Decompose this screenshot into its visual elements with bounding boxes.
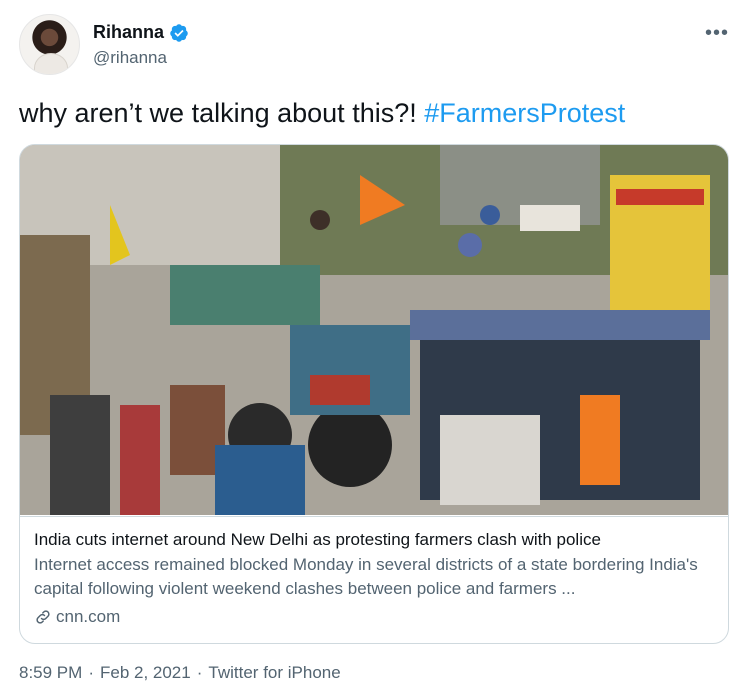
- tweet-header: Rihanna @rihanna •••: [19, 14, 729, 76]
- link-card-title: India cuts internet around New Delhi as …: [34, 530, 601, 549]
- author-name[interactable]: Rihanna: [93, 22, 164, 43]
- link-card[interactable]: India cuts internet around New Delhi as …: [19, 144, 729, 644]
- link-icon: [36, 610, 50, 624]
- more-horizontal-icon[interactable]: •••: [705, 22, 729, 45]
- link-card-domain-row: cnn.com: [34, 607, 714, 627]
- link-card-text: India cuts internet around New Delhi as …: [20, 516, 728, 643]
- tweet-source[interactable]: Twitter for iPhone: [208, 663, 340, 683]
- link-card-description: Internet access remained blocked Monday …: [34, 555, 698, 598]
- tweet-text: why aren’t we talking about this?! #Farm…: [19, 96, 625, 130]
- meta-separator: ·: [196, 663, 203, 682]
- tweet-time[interactable]: 8:59 PM: [19, 663, 82, 683]
- avatar-figure: [34, 53, 68, 74]
- link-card-domain: cnn.com: [56, 607, 121, 626]
- author-name-row: Rihanna: [93, 22, 189, 43]
- tweet-date[interactable]: Feb 2, 2021: [100, 663, 191, 683]
- tweet-body: why aren’t we talking about this?!: [19, 98, 425, 128]
- tweet-metadata: 8:59 PM · Feb 2, 2021 · Twitter for iPhone: [19, 663, 341, 683]
- author-handle[interactable]: @rihanna: [93, 48, 167, 68]
- hashtag-link[interactable]: #FarmersProtest: [424, 98, 625, 128]
- meta-separator: ·: [88, 663, 94, 682]
- link-card-image[interactable]: [20, 145, 728, 515]
- verified-badge-icon: [170, 23, 188, 42]
- avatar[interactable]: [19, 14, 80, 75]
